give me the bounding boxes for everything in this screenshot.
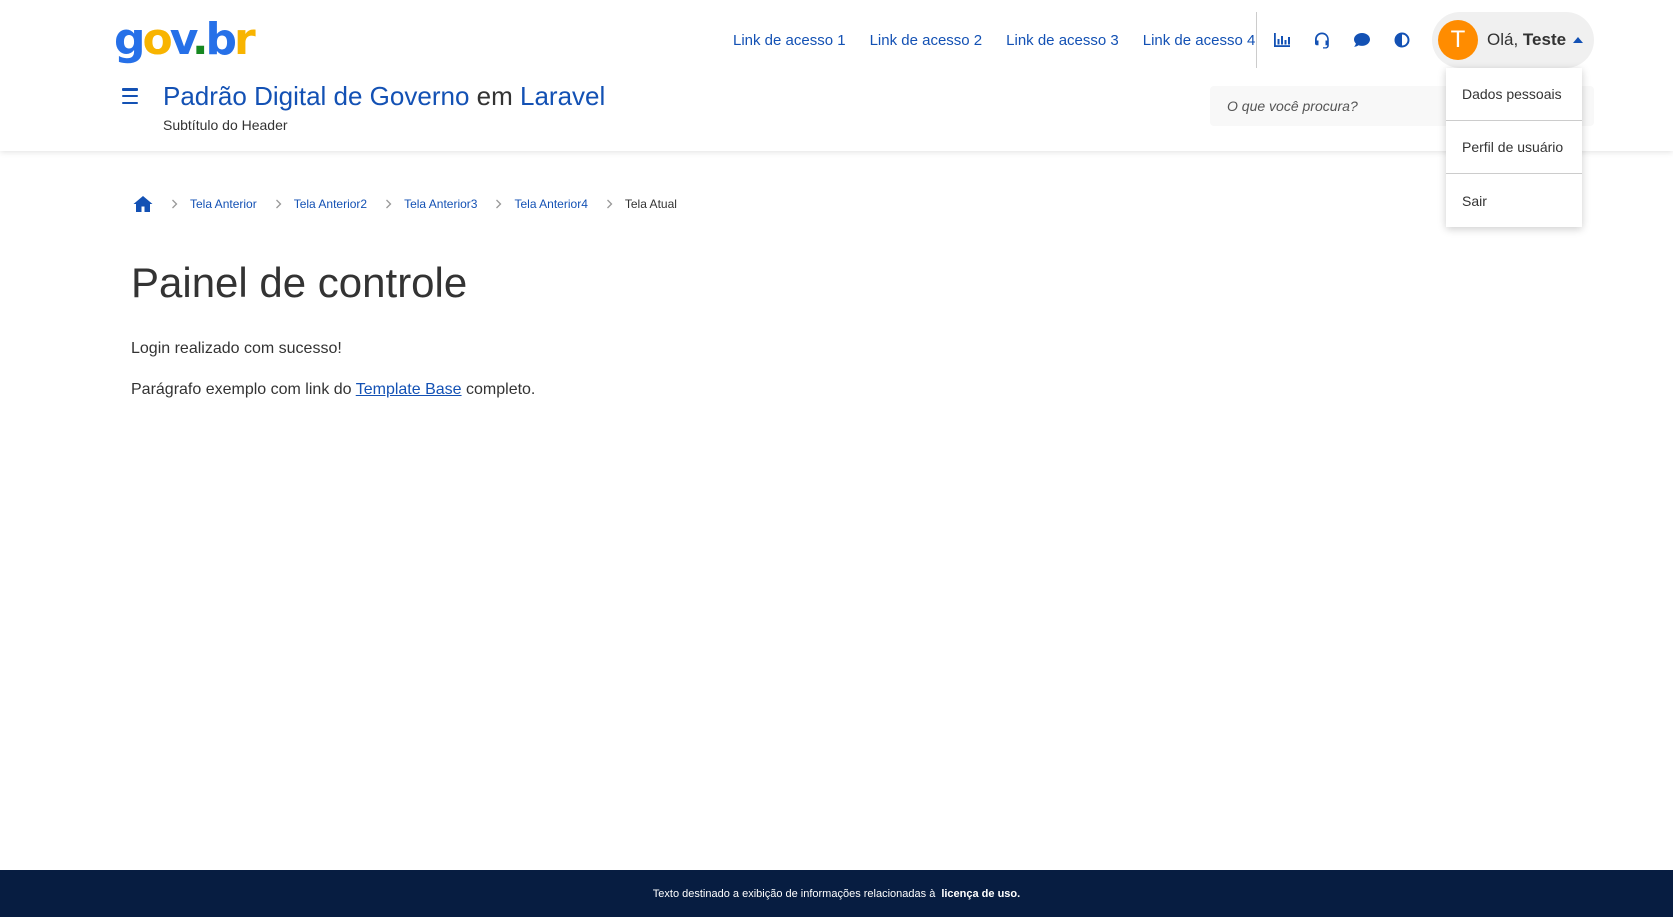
chevron-right-icon (604, 198, 616, 210)
breadcrumb: Tela Anterior Tela Anterior2 Tela Anteri… (133, 193, 677, 215)
login-success-message: Login realizado com sucesso! (131, 340, 342, 357)
logo-letter-b: b (205, 14, 237, 65)
user-dropdown-menu: Dados pessoais Perfil de usuário Sair (1446, 68, 1582, 227)
user-greeting: Olá, Teste (1487, 30, 1566, 50)
example-paragraph: Parágrafo exemplo com link do Template B… (131, 381, 535, 399)
chevron-right-icon (273, 198, 285, 210)
logo-dot: . (191, 14, 209, 65)
avatar: T (1438, 20, 1478, 60)
user-name: Teste (1522, 30, 1567, 49)
greeting-text: Olá, (1487, 30, 1523, 49)
breadcrumb-item: Tela Anterior (153, 197, 257, 211)
breadcrumb-link-3[interactable]: Tela Anterior3 (404, 197, 477, 211)
chart-button[interactable] (1262, 26, 1302, 54)
breadcrumb-item-current: Tela Atual (588, 197, 677, 211)
access-link-2[interactable]: Link de acesso 2 (870, 32, 983, 50)
breadcrumb-link-1[interactable]: Tela Anterior (190, 197, 257, 211)
template-base-link[interactable]: Template Base (356, 381, 462, 398)
breadcrumb-item: Tela Anterior3 (367, 197, 477, 211)
title-part-1: Padrão Digital de Governo (163, 81, 470, 111)
contrast-button[interactable] (1382, 26, 1422, 54)
header-divider (1256, 12, 1257, 68)
breadcrumb-current: Tela Atual (624, 197, 677, 211)
headset-button[interactable] (1302, 26, 1342, 54)
access-link-3[interactable]: Link de acesso 3 (1006, 32, 1119, 50)
govbr-logo[interactable]: gov.br (114, 14, 256, 66)
access-links: Link de acesso 1 Link de acesso 2 Link d… (733, 32, 1279, 50)
license-link[interactable]: licença de uso. (941, 888, 1020, 900)
header-subtitle: Subtítulo do Header (163, 117, 288, 133)
logo-letter-o: o (142, 14, 173, 65)
contrast-icon (1394, 32, 1410, 48)
breadcrumb-item: Tela Anterior4 (477, 197, 588, 211)
breadcrumb-item: Tela Anterior2 (257, 197, 367, 211)
paragraph-text-before: Parágrafo exemplo com link do (131, 381, 356, 398)
hamburger-line (122, 88, 138, 91)
menu-item-perfil-usuario[interactable]: Perfil de usuário (1446, 121, 1582, 174)
title-part-2: Laravel (519, 81, 606, 111)
user-menu-toggle[interactable]: T Olá, Teste (1432, 12, 1594, 68)
access-link-1[interactable]: Link de acesso 1 (733, 32, 846, 50)
header-functions (1262, 26, 1422, 54)
hamburger-line (122, 101, 138, 104)
site-footer: Texto destinado a exibição de informaçõe… (0, 870, 1673, 917)
page-title: Painel de controle (131, 259, 468, 306)
footer-text: Texto destinado a exibição de informaçõe… (652, 887, 936, 900)
paragraph-text-after: completo. (461, 381, 536, 398)
chat-button[interactable] (1342, 26, 1382, 54)
header-title: Padrão Digital de Governo em Laravel (163, 80, 605, 112)
caret-up-icon (1573, 37, 1584, 43)
chat-icon (1354, 33, 1370, 47)
chevron-right-icon (383, 198, 395, 210)
home-link[interactable] (133, 195, 153, 213)
headset-icon (1315, 32, 1329, 49)
menu-item-sair[interactable]: Sair (1446, 174, 1582, 227)
site-header: gov.br Link de acesso 1 Link de acesso 2… (0, 0, 1673, 151)
title-connector: em (469, 81, 520, 111)
chevron-right-icon (493, 198, 505, 210)
hamburger-menu-button[interactable] (120, 86, 140, 106)
menu-item-dados-pessoais[interactable]: Dados pessoais (1446, 68, 1582, 121)
logo-letter-v: v (169, 14, 195, 65)
breadcrumb-link-4[interactable]: Tela Anterior4 (514, 197, 587, 211)
chart-icon (1274, 33, 1290, 47)
logo-letter-r: r (234, 14, 256, 65)
access-link-4[interactable]: Link de acesso 4 (1143, 32, 1256, 50)
home-icon (133, 196, 153, 212)
logo-letter-g: g (114, 14, 145, 65)
chevron-right-icon (169, 198, 181, 210)
hamburger-line (122, 94, 138, 98)
breadcrumb-link-2[interactable]: Tela Anterior2 (294, 197, 367, 211)
